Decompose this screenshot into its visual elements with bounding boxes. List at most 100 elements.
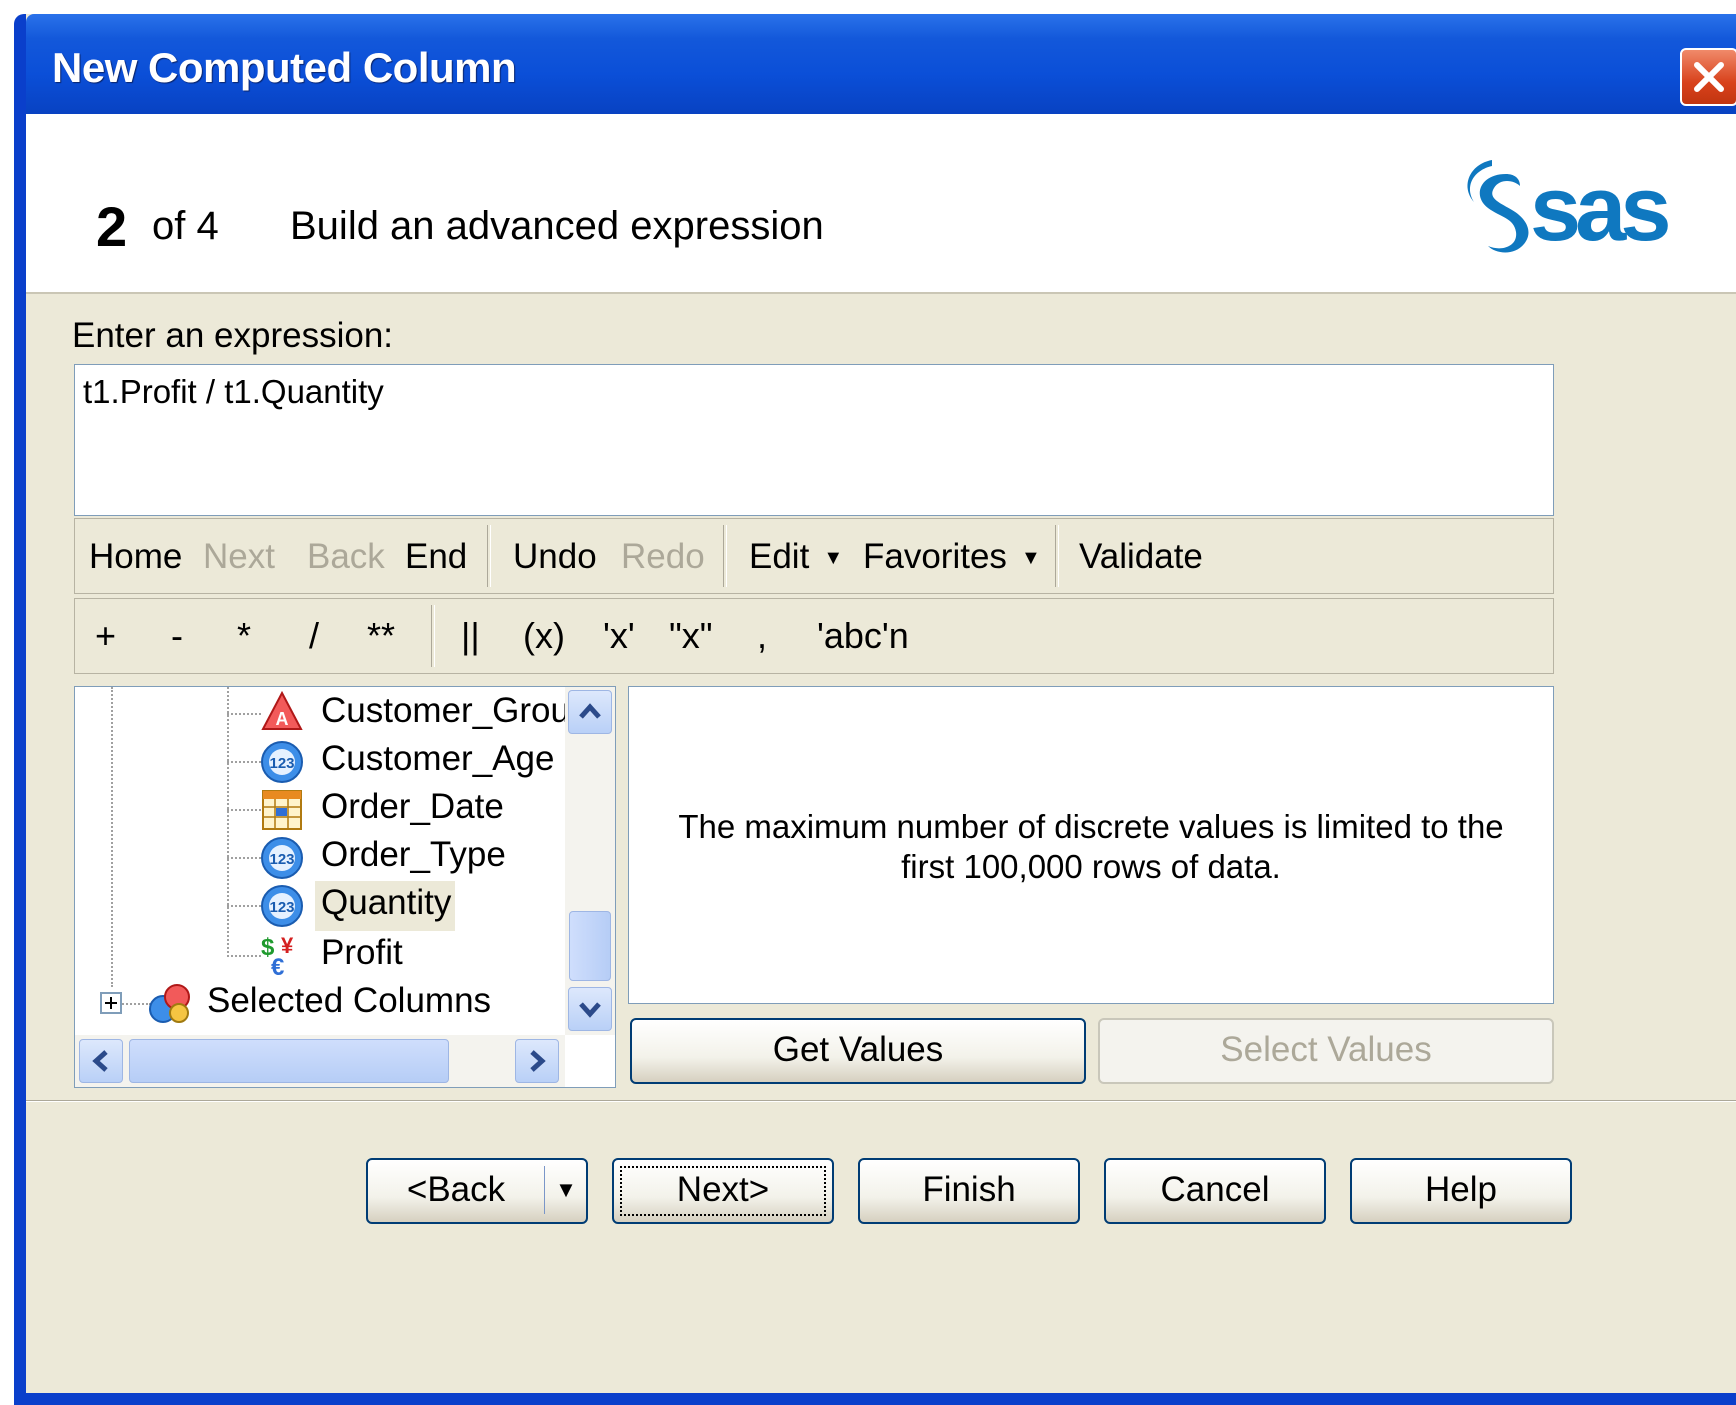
operators-toolbar: + - * / ** || (x) 'x' "x" , 'abc'n (74, 598, 1554, 674)
toolbar-separator (723, 525, 727, 587)
chevron-right-icon (530, 1050, 546, 1072)
vertical-scroll-thumb[interactable] (569, 911, 611, 981)
svg-text:123: 123 (269, 851, 294, 868)
tree-group-label: Selected Columns (207, 981, 492, 1020)
undo-button[interactable]: Undo (513, 537, 597, 577)
back-button[interactable]: <Back (368, 1160, 544, 1220)
focus-rectangle (620, 1166, 826, 1216)
power-operator-button[interactable]: ** (367, 615, 395, 657)
next-button[interactable]: Next> (612, 1158, 834, 1224)
character-column-icon: A (261, 690, 303, 730)
numeric-column-icon: 123 (261, 885, 303, 927)
tree-connector (227, 761, 261, 763)
horizontal-scrollbar[interactable] (75, 1035, 565, 1087)
tree-connector (227, 905, 261, 907)
title-bar[interactable]: New Computed Column (26, 14, 1736, 114)
toolbar-separator (487, 525, 491, 587)
favorites-label: Favorites (863, 537, 1007, 576)
scroll-up-button[interactable] (568, 690, 612, 734)
chevron-down-icon: ▼ (1020, 547, 1041, 570)
currency-column-icon: $ ¥ € (261, 933, 294, 977)
screenshot-frame: New Computed Column 2 of 4 Build an adva… (0, 0, 1736, 1405)
selected-columns-icon (149, 984, 190, 1023)
concat-operator-button[interactable]: || (461, 615, 480, 657)
get-values-button[interactable]: Get Values (630, 1018, 1086, 1084)
end-button[interactable]: End (405, 537, 467, 577)
chevron-left-icon (92, 1050, 108, 1072)
cancel-button[interactable]: Cancel (1104, 1158, 1326, 1224)
svg-text:123: 123 (269, 755, 294, 772)
footer-divider (26, 1100, 1736, 1102)
chevron-up-icon (579, 703, 601, 719)
values-message: The maximum number of discrete values is… (678, 808, 1504, 885)
svg-text:123: 123 (269, 899, 294, 916)
window-title: New Computed Column (52, 44, 517, 91)
double-quote-button[interactable]: "x" (669, 615, 713, 657)
tree-connector (227, 955, 261, 957)
scroll-down-button[interactable] (568, 987, 612, 1031)
back-nav-button[interactable]: Back (307, 537, 385, 577)
multiply-operator-button[interactable]: * (237, 615, 251, 657)
date-column-icon (262, 790, 302, 830)
dialog-window: New Computed Column 2 of 4 Build an adva… (14, 14, 1736, 1405)
edit-menu-button[interactable]: Edit ▼ (749, 537, 843, 577)
toolbar-separator (431, 605, 435, 667)
back-dropdown-arrow-icon[interactable]: ▼ (546, 1160, 586, 1220)
expression-label: Enter an expression: (72, 316, 394, 355)
tree-connector (227, 809, 261, 811)
step-number: 2 (96, 195, 128, 258)
tree-item-label: Quantity (321, 883, 452, 922)
tree-item-label: Customer_Group (321, 691, 590, 730)
step-title: Build an advanced expression (290, 204, 824, 248)
parentheses-button[interactable]: (x) (523, 615, 565, 657)
values-panel: The maximum number of discrete values is… (628, 686, 1554, 1004)
expand-icon[interactable] (99, 991, 125, 1017)
tree-connector (227, 857, 261, 859)
step-count: of 4 (152, 204, 219, 248)
tree-item-label: Profit (321, 933, 403, 972)
close-button[interactable] (1680, 48, 1736, 106)
single-quote-button[interactable]: 'x' (603, 615, 635, 657)
sas-logo: sas (1467, 158, 1674, 260)
home-button[interactable]: Home (89, 537, 182, 577)
minus-operator-button[interactable]: - (171, 615, 183, 657)
tree-connector (111, 687, 113, 987)
back-button-group[interactable]: <Back ▼ (366, 1158, 588, 1224)
close-icon (1694, 62, 1724, 92)
numeric-column-icon: 123 (261, 741, 303, 783)
divide-operator-button[interactable]: / (309, 615, 319, 657)
svg-text:€: € (271, 954, 284, 977)
validate-button[interactable]: Validate (1079, 537, 1203, 577)
horizontal-scroll-thumb[interactable] (129, 1039, 449, 1083)
wizard-header: 2 of 4 Build an advanced expression sas (26, 114, 1736, 294)
newline-string-button[interactable]: 'abc'n (817, 615, 909, 657)
tree-item-label: Order_Date (321, 787, 504, 826)
tree-connector (227, 713, 261, 715)
scroll-right-button[interactable] (515, 1039, 559, 1083)
tree-item-label: Customer_Age (321, 739, 555, 778)
numeric-column-icon: 123 (261, 837, 303, 879)
redo-button[interactable]: Redo (621, 537, 705, 577)
finish-button[interactable]: Finish (858, 1158, 1080, 1224)
logo-wordmark: sas (1530, 158, 1668, 260)
scroll-left-button[interactable] (79, 1039, 123, 1083)
favorites-menu-button[interactable]: Favorites ▼ (863, 537, 1041, 577)
select-values-button[interactable]: Select Values (1098, 1018, 1554, 1084)
comma-button[interactable]: , (757, 615, 767, 657)
help-button[interactable]: Help (1350, 1158, 1572, 1224)
columns-tree[interactable]: A Customer_Group 123 Customer_Age Order_… (74, 686, 616, 1088)
next-nav-button[interactable]: Next (203, 537, 275, 577)
chevron-down-icon (579, 1002, 601, 1018)
expression-input[interactable]: t1.Profit / t1.Quantity (74, 364, 1554, 516)
expression-text: t1.Profit / t1.Quantity (83, 373, 384, 410)
svg-text:A: A (276, 709, 289, 729)
vertical-scrollbar[interactable] (565, 687, 615, 1035)
plus-operator-button[interactable]: + (95, 615, 116, 657)
split-divider (544, 1166, 545, 1214)
tree-item-label: Order_Type (321, 835, 506, 874)
toolbar-separator (1055, 525, 1059, 587)
edit-label: Edit (749, 537, 810, 576)
expression-toolbar: Home Next Back End Undo Redo Edit ▼ Favor… (74, 518, 1554, 594)
chevron-down-icon: ▼ (823, 547, 844, 570)
tree-connector (227, 687, 229, 957)
